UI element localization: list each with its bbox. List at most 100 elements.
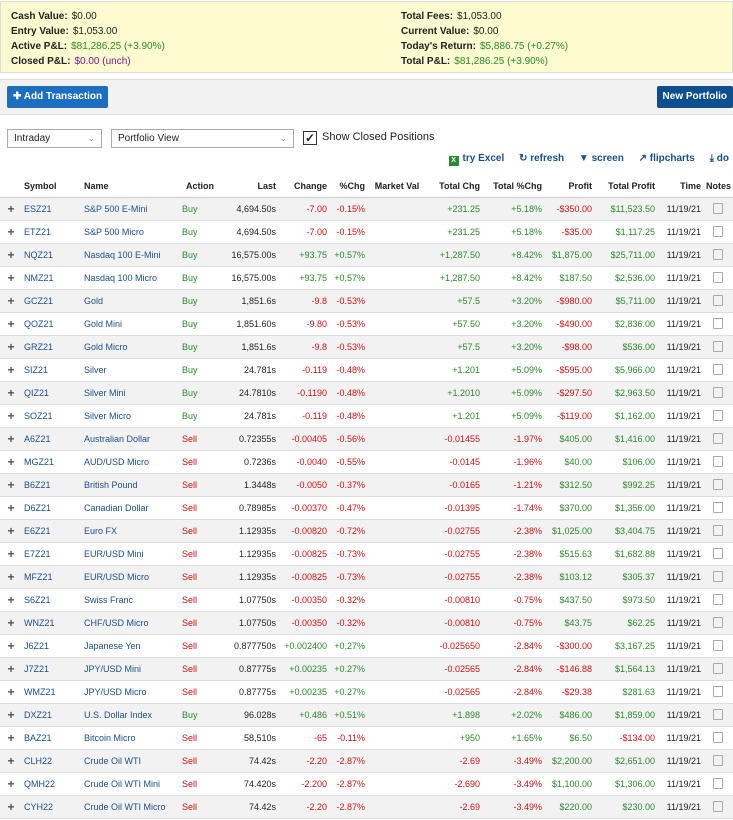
symbol-cell[interactable]: NQZ21: [22, 243, 82, 267]
expand-row-button[interactable]: +: [0, 496, 22, 520]
name-cell[interactable]: Bitcoin Micro: [82, 726, 180, 750]
expand-row-button[interactable]: +: [0, 220, 22, 244]
name-cell[interactable]: Nasdaq 100 Micro: [82, 266, 180, 290]
symbol-cell[interactable]: D6Z21: [22, 496, 82, 520]
notes-button[interactable]: [703, 726, 733, 750]
notes-button[interactable]: [703, 496, 733, 520]
notes-button[interactable]: [703, 588, 733, 612]
notes-button[interactable]: [703, 220, 733, 244]
expand-row-button[interactable]: +: [0, 726, 22, 750]
name-cell[interactable]: Australian Dollar: [82, 427, 180, 451]
symbol-cell[interactable]: QOZ21: [22, 312, 82, 336]
notes-button[interactable]: [703, 381, 733, 405]
name-cell[interactable]: Crude Oil WTI Micro: [82, 795, 180, 819]
notes-button[interactable]: [703, 749, 733, 773]
name-cell[interactable]: JPY/USD Micro: [82, 680, 180, 704]
notes-button[interactable]: [703, 243, 733, 267]
expand-row-button[interactable]: +: [0, 588, 22, 612]
name-cell[interactable]: EUR/USD Mini: [82, 542, 180, 566]
download-link[interactable]: ⤓ do: [710, 153, 729, 164]
column-header-market-val[interactable]: Market Val: [367, 175, 427, 198]
expand-row-button[interactable]: +: [0, 243, 22, 267]
symbol-cell[interactable]: CYH22: [22, 795, 82, 819]
notes-button[interactable]: [703, 404, 733, 428]
screen-link[interactable]: ▼ screen: [579, 153, 624, 164]
expand-row-button[interactable]: +: [0, 703, 22, 727]
symbol-cell[interactable]: DXZ21: [22, 703, 82, 727]
column-header-name[interactable]: Name: [82, 175, 180, 198]
expand-row-button[interactable]: +: [0, 289, 22, 313]
column-header-total-chg[interactable]: Total Chg: [427, 175, 482, 198]
expand-row-button[interactable]: +: [0, 542, 22, 566]
expand-row-button[interactable]: +: [0, 312, 22, 336]
notes-button[interactable]: [703, 795, 733, 819]
notes-button[interactable]: [703, 657, 733, 681]
name-cell[interactable]: Gold: [82, 289, 180, 313]
symbol-cell[interactable]: NMZ21: [22, 266, 82, 290]
column-header-time[interactable]: Time: [657, 175, 703, 198]
name-cell[interactable]: AUD/USD Micro: [82, 450, 180, 474]
refresh-link[interactable]: ↻ refresh: [519, 153, 564, 164]
symbol-cell[interactable]: J7Z21: [22, 657, 82, 681]
notes-button[interactable]: [703, 542, 733, 566]
expand-row-button[interactable]: +: [0, 381, 22, 405]
notes-button[interactable]: [703, 519, 733, 543]
expand-row-button[interactable]: +: [0, 657, 22, 681]
symbol-cell[interactable]: GRZ21: [22, 335, 82, 359]
name-cell[interactable]: Japanese Yen: [82, 634, 180, 658]
notes-button[interactable]: [703, 197, 733, 221]
column-header-change[interactable]: Change: [278, 175, 329, 198]
symbol-cell[interactable]: ETZ21: [22, 220, 82, 244]
expand-row-button[interactable]: +: [0, 266, 22, 290]
expand-row-button[interactable]: +: [0, 427, 22, 451]
name-cell[interactable]: U.S. Dollar Index: [82, 703, 180, 727]
expand-row-button[interactable]: +: [0, 404, 22, 428]
view-select[interactable]: Portfolio View ⌄: [111, 129, 294, 148]
symbol-cell[interactable]: MFZ21: [22, 565, 82, 589]
expand-row-button[interactable]: +: [0, 611, 22, 635]
notes-button[interactable]: [703, 312, 733, 336]
symbol-cell[interactable]: SIZ21: [22, 358, 82, 382]
symbol-cell[interactable]: WMZ21: [22, 680, 82, 704]
symbol-cell[interactable]: A6Z21: [22, 427, 82, 451]
new-portfolio-button[interactable]: New Portfolio: [656, 86, 733, 108]
notes-button[interactable]: [703, 634, 733, 658]
notes-button[interactable]: [703, 427, 733, 451]
notes-button[interactable]: [703, 680, 733, 704]
expand-row-button[interactable]: +: [0, 197, 22, 221]
name-cell[interactable]: Gold Micro: [82, 335, 180, 359]
symbol-cell[interactable]: MGZ21: [22, 450, 82, 474]
column-header-notes[interactable]: Notes: [703, 175, 733, 198]
symbol-cell[interactable]: J6Z21: [22, 634, 82, 658]
period-select[interactable]: Intraday ⌄: [7, 129, 102, 148]
symbol-cell[interactable]: ESZ21: [22, 197, 82, 221]
column-header-action[interactable]: Action: [180, 175, 220, 198]
expand-row-button[interactable]: +: [0, 335, 22, 359]
column-header-total-profit[interactable]: Total Profit: [594, 175, 657, 198]
symbol-cell[interactable]: GCZ21: [22, 289, 82, 313]
column-header-total-chg[interactable]: Total %Chg: [482, 175, 544, 198]
expand-row-button[interactable]: +: [0, 358, 22, 382]
name-cell[interactable]: Euro FX: [82, 519, 180, 543]
expand-row-button[interactable]: +: [0, 473, 22, 497]
name-cell[interactable]: Canadian Dollar: [82, 496, 180, 520]
expand-row-button[interactable]: +: [0, 749, 22, 773]
symbol-cell[interactable]: QIZ21: [22, 381, 82, 405]
name-cell[interactable]: Nasdaq 100 E-Mini: [82, 243, 180, 267]
expand-row-button[interactable]: +: [0, 772, 22, 796]
name-cell[interactable]: EUR/USD Micro: [82, 565, 180, 589]
name-cell[interactable]: S&P 500 E-Mini: [82, 197, 180, 221]
column-header--chg[interactable]: %Chg: [329, 175, 367, 198]
symbol-cell[interactable]: B6Z21: [22, 473, 82, 497]
notes-button[interactable]: [703, 473, 733, 497]
expand-row-button[interactable]: +: [0, 795, 22, 819]
name-cell[interactable]: Gold Mini: [82, 312, 180, 336]
name-cell[interactable]: Silver Mini: [82, 381, 180, 405]
name-cell[interactable]: Crude Oil WTI Mini: [82, 772, 180, 796]
notes-button[interactable]: [703, 335, 733, 359]
symbol-cell[interactable]: SOZ21: [22, 404, 82, 428]
name-cell[interactable]: CHF/USD Micro: [82, 611, 180, 635]
notes-button[interactable]: [703, 565, 733, 589]
try-excel-link[interactable]: Xtry Excel: [448, 153, 504, 166]
name-cell[interactable]: Silver: [82, 358, 180, 382]
